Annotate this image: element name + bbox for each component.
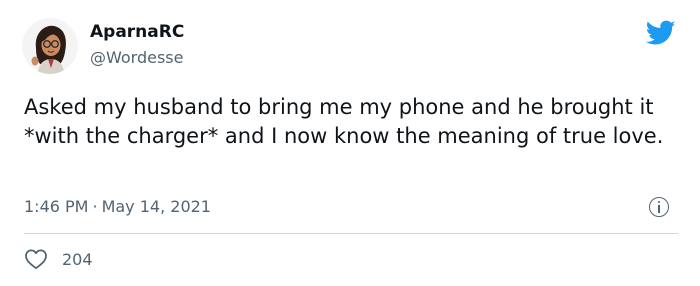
avatar[interactable] (22, 18, 78, 74)
display-name[interactable]: AparnaRC (90, 22, 184, 42)
user-handle[interactable]: @Wordesse (90, 48, 183, 67)
divider (24, 233, 678, 234)
avatar-illustration (22, 18, 78, 74)
tweet-text: Asked my husband to bring me my phone an… (24, 95, 664, 148)
tweet-time[interactable]: 1:46 PM (24, 197, 88, 216)
like-button[interactable]: 204 (24, 248, 93, 270)
heart-icon[interactable] (24, 248, 48, 270)
like-count: 204 (62, 249, 93, 269)
tweet-card: AparnaRC @Wordesse Asked my husband to b… (0, 0, 700, 286)
info-icon[interactable] (649, 197, 669, 217)
meta-separator: · (92, 197, 98, 216)
tweet-date[interactable]: May 14, 2021 (102, 197, 211, 216)
twitter-bird-icon[interactable] (646, 20, 676, 46)
tweet-timestamp[interactable]: 1:46 PM · May 14, 2021 (24, 197, 211, 216)
